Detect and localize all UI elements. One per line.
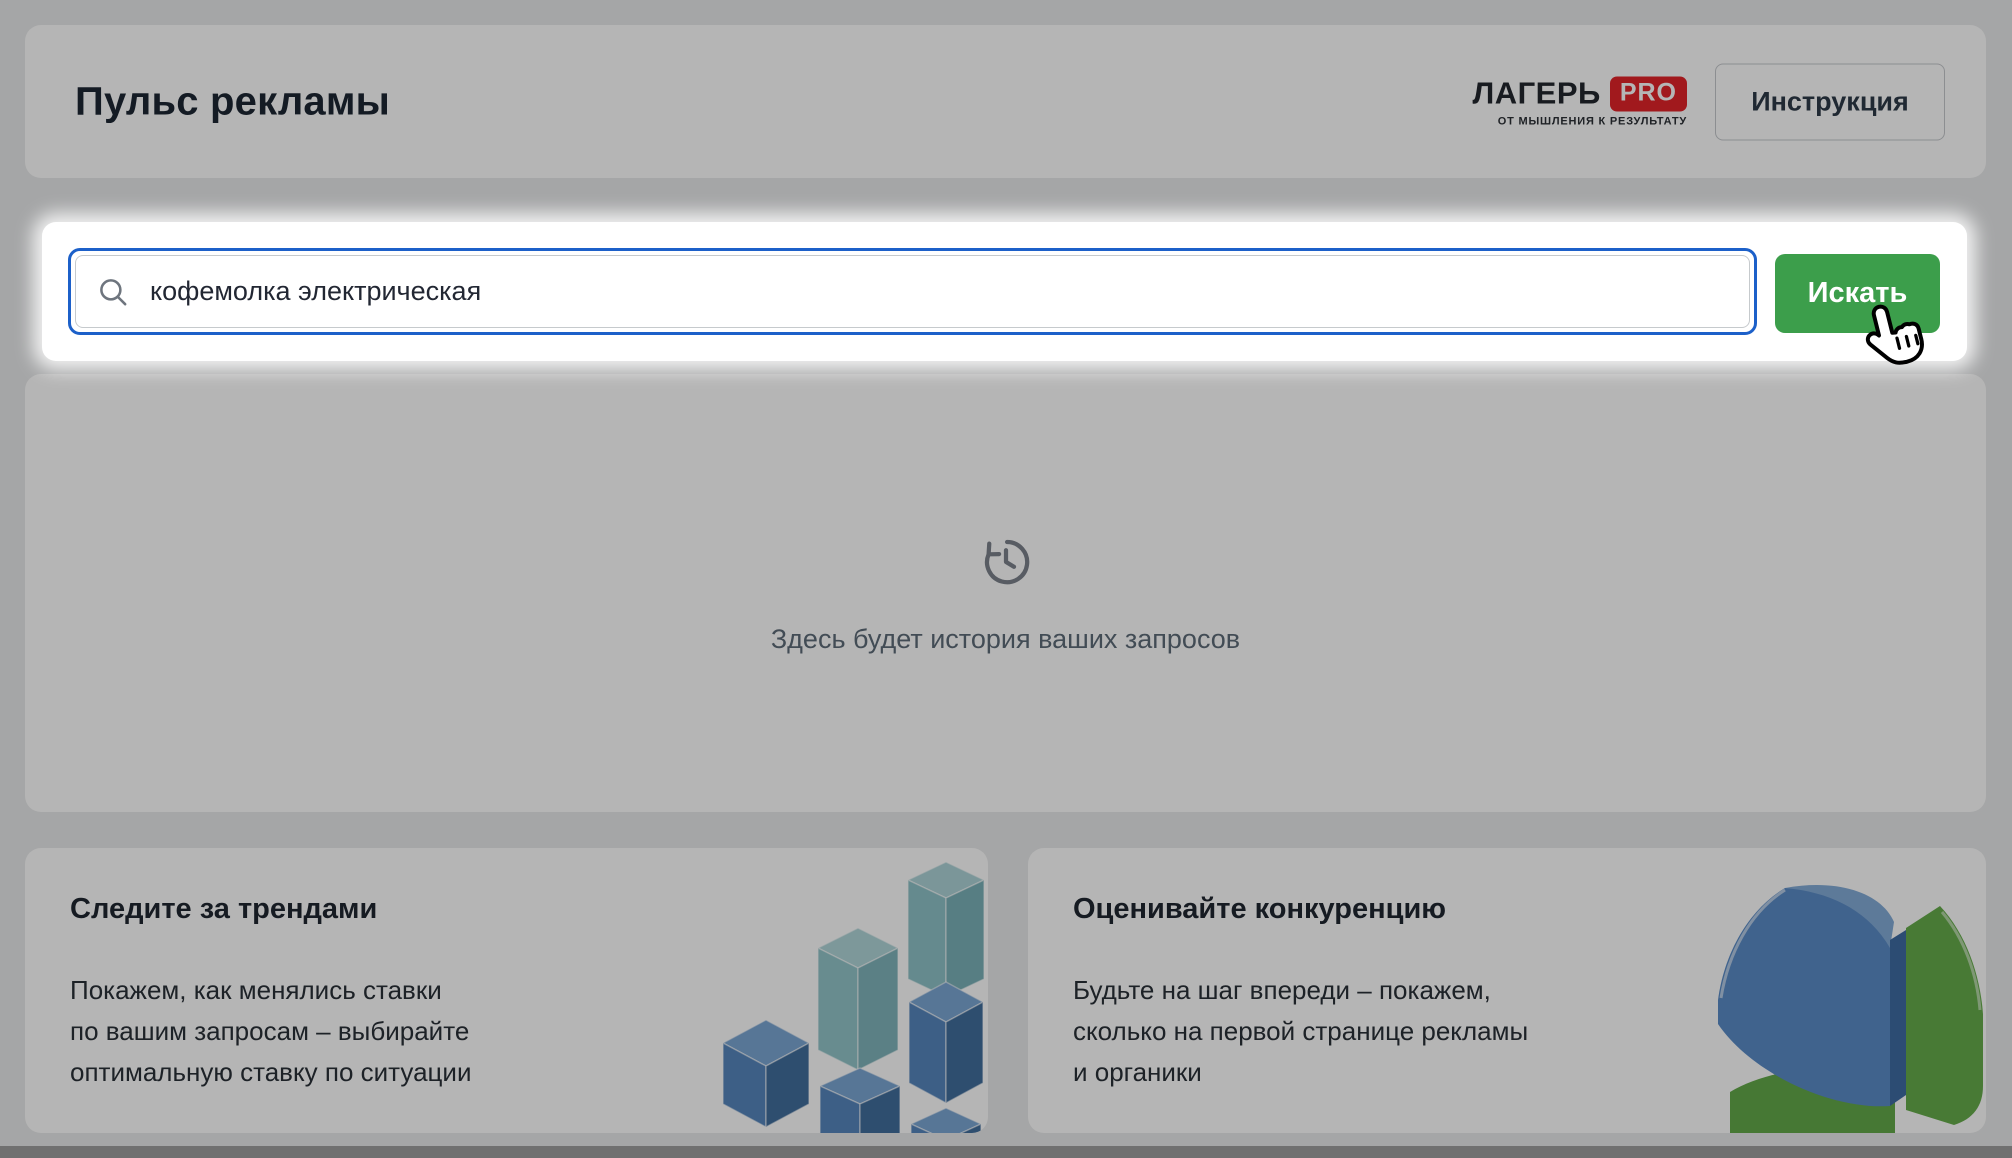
dim-overlay [0,0,2012,1158]
search-box [68,248,1757,335]
search-highlight: Искать [42,222,1967,361]
search-input[interactable] [148,275,1729,308]
pulse-ads-screen: Пульс рекламы ЛАГЕРЬ PRO ОТ МЫШЛЕНИЯ К Р… [0,0,2012,1158]
search-icon [96,275,130,309]
